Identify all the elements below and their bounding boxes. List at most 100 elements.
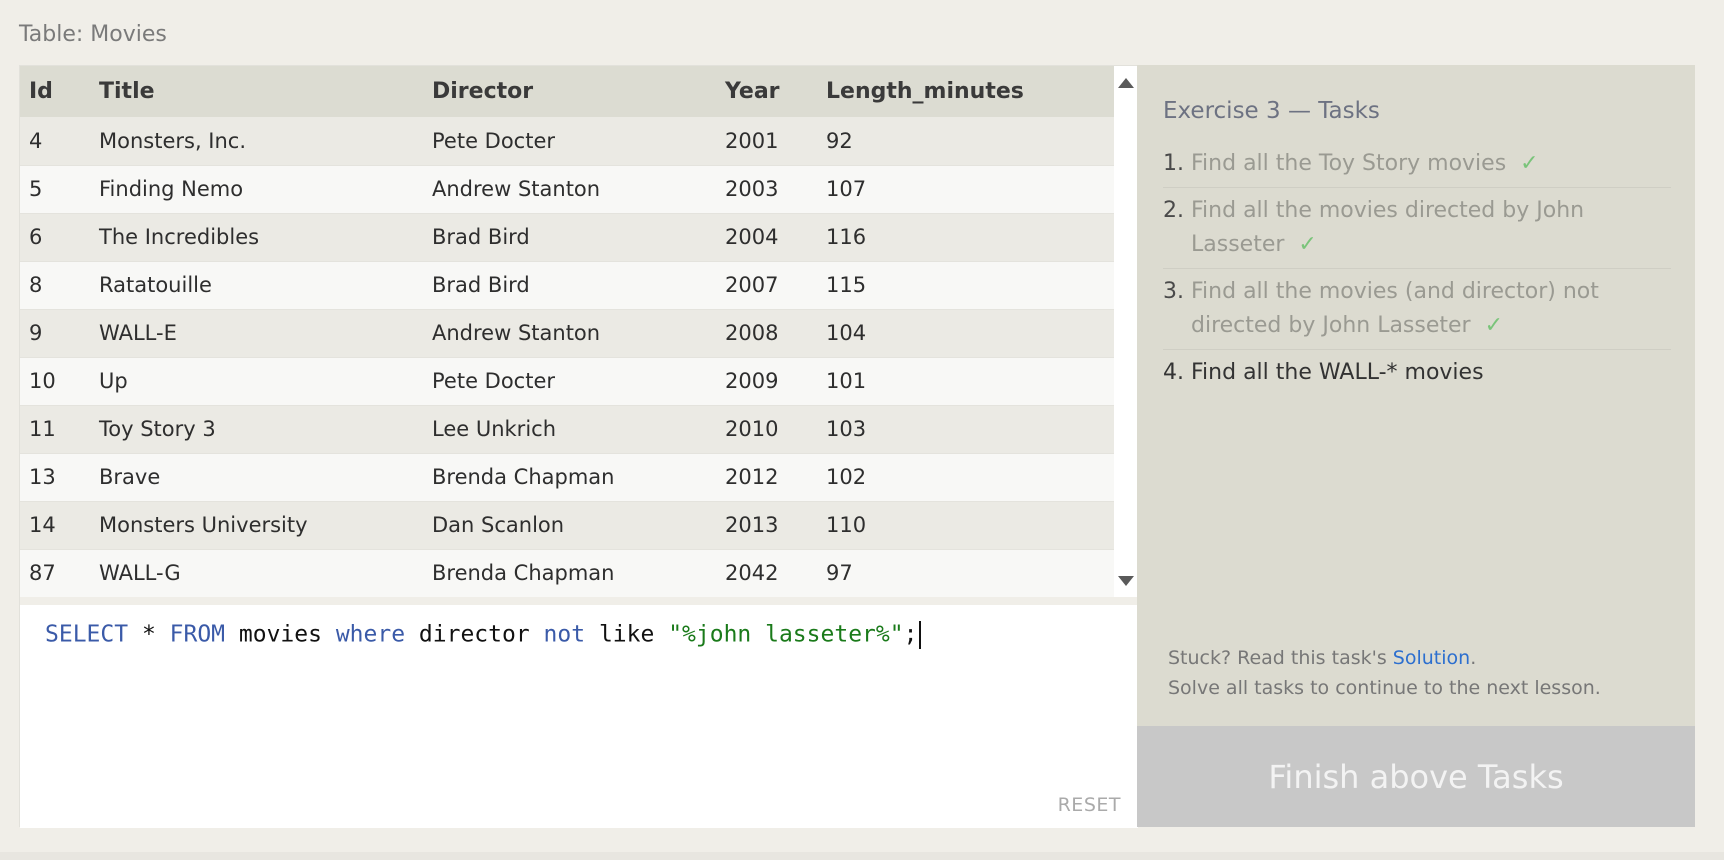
table-row: 9 WALL-E Andrew Stanton 2008 104 [20, 309, 1114, 358]
table-cell: 9 [20, 309, 90, 358]
table-row: 11 Toy Story 3 Lee Unkrich 2010 103 [20, 405, 1114, 454]
table-cell: Brenda Chapman [423, 453, 716, 502]
table-cell: 101 [817, 357, 1114, 406]
scroll-up-icon[interactable] [1118, 78, 1134, 88]
task-number: 3. [1163, 279, 1184, 304]
table-cell: 13 [20, 453, 90, 502]
results-table: Id Title Director Year Length_minutes 4M… [20, 66, 1114, 597]
task-label: Find all the WALL-* movies [1191, 360, 1484, 385]
task-label: Find all the movies directed by John Las… [1191, 198, 1585, 257]
table-cell: 8 [20, 261, 90, 310]
table-cell: 2013 [716, 501, 817, 550]
code-token: where [335, 621, 406, 648]
code-token: director [405, 621, 544, 648]
table-cell: 4 [20, 117, 90, 166]
task-item: 4. Find all the WALL-* movies [1163, 350, 1671, 396]
code-token: * [128, 621, 170, 648]
finish-tasks-button[interactable]: Finish above Tasks [1137, 726, 1695, 827]
checkmark-icon: ✓ [1520, 151, 1539, 176]
table-row: 10 Up Pete Docter 2009 101 [20, 357, 1114, 406]
table-cell: Ratatouille [90, 261, 423, 310]
table-cell: 92 [817, 117, 1114, 166]
code-token: not [543, 621, 586, 648]
table-scrollbar[interactable] [1114, 66, 1138, 597]
task-text: Find all the movies (and director) not d… [1191, 275, 1671, 343]
column-header-title: Title [90, 66, 423, 117]
code-token: movies [225, 621, 336, 648]
table-cell: 104 [817, 309, 1114, 358]
table-cell: Brenda Chapman [423, 549, 716, 597]
table-cell: 6 [20, 213, 90, 262]
query-panel: Id Title Director Year Length_minutes 4M… [19, 65, 1138, 828]
sql-editor[interactable]: SELECT * FROM movies where director not … [20, 597, 1138, 828]
table-cell: 11 [20, 405, 90, 454]
table-row: 5 Finding Nemo Andrew Stanton 2003 107 [20, 165, 1114, 214]
task-item: 2. Find all the movies directed by John L… [1163, 188, 1671, 269]
help-suffix: . [1470, 647, 1477, 669]
text-cursor [919, 621, 922, 649]
column-header-year: Year [716, 66, 817, 117]
code-token: SELECT [45, 621, 129, 648]
task-text: Find all the movies directed by John Las… [1191, 194, 1671, 262]
table-cell: 2008 [716, 309, 817, 358]
table-cell: 102 [817, 453, 1114, 502]
code-token: "%john lasseter%" [668, 621, 904, 648]
table-cell: Lee Unkrich [423, 405, 716, 454]
column-header-director: Director [423, 66, 716, 117]
solution-link[interactable]: Solution [1393, 647, 1470, 669]
table-cell: 107 [817, 165, 1114, 214]
table-cell: 2001 [716, 117, 817, 166]
column-header-length: Length_minutes [817, 66, 1114, 117]
table-row: 14 Monsters University Dan Scanlon 2013 110 [20, 501, 1114, 550]
table-cell: The Incredibles [90, 213, 423, 262]
table-header-row: Id Title Director Year Length_minutes [20, 66, 1114, 117]
table-cell: 115 [817, 261, 1114, 310]
table-row: 6 The Incredibles Brad Bird 2004 116 [20, 213, 1114, 262]
task-item: 3. Find all the movies (and director) not… [1163, 269, 1671, 350]
table-cell: WALL-G [90, 549, 423, 597]
code-token: FROM [169, 621, 226, 648]
table-cell: Brad Bird [423, 213, 716, 262]
table-cell: Toy Story 3 [90, 405, 423, 454]
table-cell: 2003 [716, 165, 817, 214]
code-token: ; [903, 621, 918, 648]
reset-button[interactable]: RESET [1058, 794, 1121, 816]
table-row: 4 Monsters, Inc. Pete Docter 2001 92 [20, 117, 1114, 166]
table-row: 87 WALL-G Brenda Chapman 2042 97 [20, 549, 1114, 597]
table-cell: Monsters, Inc. [90, 117, 423, 166]
table-cell: 14 [20, 501, 90, 550]
task-text: Find all the Toy Story movies ✓ [1191, 147, 1539, 181]
table-cell: 5 [20, 165, 90, 214]
table-cell: Pete Docter [423, 357, 716, 406]
sql-code[interactable]: SELECT * FROM movies where director not … [45, 621, 922, 649]
task-number: 2. [1163, 198, 1184, 223]
table-cell: 2010 [716, 405, 817, 454]
exercise-title: Exercise 3 — Tasks [1163, 98, 1380, 124]
table-row: 8 Ratatouille Brad Bird 2007 115 [20, 261, 1114, 310]
table-cell: Dan Scanlon [423, 501, 716, 550]
table-cell: Brad Bird [423, 261, 716, 310]
help-line-2: Solve all tasks to continue to the next … [1168, 677, 1601, 699]
page-footer-divider [0, 852, 1724, 860]
column-header-id: Id [20, 66, 90, 117]
table-cell: 10 [20, 357, 90, 406]
task-item: 1. Find all the Toy Story movies ✓ [1163, 141, 1671, 188]
scroll-down-icon[interactable] [1118, 576, 1134, 586]
task-number: 1. [1163, 151, 1184, 176]
table-cell: Brave [90, 453, 423, 502]
task-label: Find all the Toy Story movies [1191, 151, 1507, 176]
help-prefix: Stuck? Read this task's [1168, 647, 1393, 669]
table-cell: 116 [817, 213, 1114, 262]
checkmark-icon: ✓ [1298, 232, 1317, 257]
table-cell: 103 [817, 405, 1114, 454]
task-text: Find all the WALL-* movies [1191, 356, 1484, 390]
table-cell: 2012 [716, 453, 817, 502]
checkmark-icon: ✓ [1484, 313, 1504, 338]
table-cell: 2007 [716, 261, 817, 310]
table-cell: Up [90, 357, 423, 406]
table-cell: Andrew Stanton [423, 309, 716, 358]
table-cell: Monsters University [90, 501, 423, 550]
results-table-container: Id Title Director Year Length_minutes 4M… [20, 66, 1114, 597]
table-cell: 87 [20, 549, 90, 597]
help-text: Stuck? Read this task's Solution. Solve … [1168, 643, 1601, 703]
